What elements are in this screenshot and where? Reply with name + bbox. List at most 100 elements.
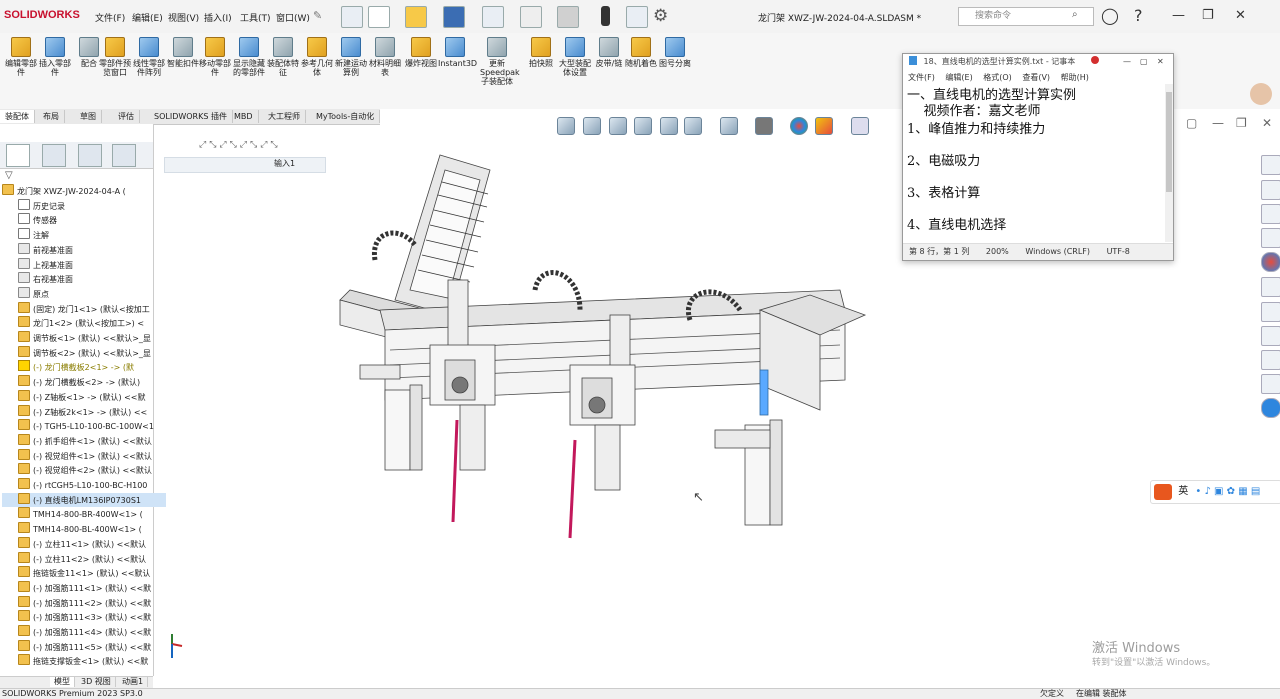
tree-item[interactable]: 调节板<2> (默认) <<默认>_显 [2, 345, 166, 360]
ribbon-button-15[interactable]: 更新Speedpak子装配体 [480, 37, 520, 86]
breadcrumb-label[interactable]: 输入1 [274, 158, 295, 170]
design-library-icon[interactable] [1261, 180, 1280, 200]
view-orientation-icon[interactable] [684, 117, 702, 135]
minimize-button[interactable]: — [1172, 8, 1185, 23]
user-account-icon[interactable]: ◯ [1101, 6, 1119, 25]
file-explorer-icon[interactable] [1261, 204, 1280, 224]
solidworks-logo[interactable]: SOLIDWORKS [4, 9, 80, 21]
notepad-menu-view[interactable]: 查看(V) [1022, 73, 1050, 82]
tree-item[interactable]: (-) Z轴板2k<1> -> (默认) << [2, 404, 166, 419]
tree-item[interactable]: 龙门1<2> (默认<按加工>) < [2, 316, 166, 330]
dynamic-annotation-icon[interactable] [660, 117, 678, 135]
tree-item[interactable]: (-) 龙门横截板2<1> -> (默 [2, 360, 166, 374]
gantry-model-view[interactable] [320, 150, 880, 550]
filter-icon[interactable]: ▽ [5, 170, 13, 181]
notepad-title-bar[interactable]: 18、直线电机的选型计算实例.txt - 记事本 — ▢ ✕ [903, 54, 1173, 70]
menu-edit[interactable]: 编辑(E) [132, 11, 163, 24]
tree-item[interactable]: TMH14-800-BL-400W<1> ( [2, 522, 166, 536]
tree-item[interactable]: (-) TGH5-L10-100-BC-100W<1 [2, 419, 166, 433]
ime-language-label[interactable]: 英 [1178, 486, 1188, 497]
tree-item[interactable]: 传感器 [2, 213, 166, 227]
tree-item[interactable]: 龙门架 XWZ-JW-2024-04-A ( [2, 184, 150, 198]
tree-item[interactable]: (-) 加强筋111<2> (默认) <<默 [2, 595, 166, 610]
tree-item[interactable]: (-) 加强筋111<3> (默认) <<默 [2, 610, 166, 624]
plugin-c-icon[interactable] [1261, 350, 1280, 370]
tab-mbd[interactable]: MBD [229, 110, 259, 123]
ribbon-button-2[interactable]: 插入零部件 [38, 37, 72, 77]
save-icon[interactable] [443, 6, 465, 28]
tab-mytools[interactable]: MyTools-自动化 [311, 110, 381, 123]
file-properties-icon[interactable] [626, 6, 648, 28]
ribbon-button-1[interactable]: 编辑零部件 [4, 37, 38, 77]
menu-insert[interactable]: 插入(I) [204, 11, 232, 24]
tree-item[interactable]: (-) 加强筋111<1> (默认) <<默 [2, 580, 166, 595]
menu-window[interactable]: 窗口(W) [276, 11, 310, 24]
zoom-to-area-icon[interactable] [583, 117, 601, 135]
ribbon-button-20[interactable]: 图号分离 [658, 37, 692, 68]
plugin-b-icon[interactable] [1261, 326, 1280, 346]
ribbon-button-6[interactable]: 智能扣件 [166, 37, 200, 68]
zoom-to-fit-icon[interactable] [557, 117, 575, 135]
open-icon[interactable] [405, 6, 427, 28]
ribbon-button-16[interactable]: 拍快照 [524, 37, 558, 68]
viewport-close-icon[interactable]: ✕ [1262, 116, 1272, 130]
apply-scene-icon[interactable] [815, 117, 833, 135]
tree-item[interactable]: 上视基准面 [2, 257, 166, 272]
notepad-window[interactable]: 18、直线电机的选型计算实例.txt - 记事本 — ▢ ✕ 文件(F) 编辑(… [902, 53, 1174, 261]
ribbon-button-4[interactable]: 零部件预览窗口 [98, 37, 132, 77]
tree-item[interactable]: (-) 立柱11<1> (默认) <<默认 [2, 536, 166, 551]
home-icon[interactable] [341, 6, 363, 28]
tab-sketch[interactable]: 草图 [75, 110, 102, 123]
notepad-menu-help[interactable]: 帮助(H) [1061, 73, 1089, 82]
selection-breadcrumb-icons[interactable]: ⤢⤡⤢⤡⤢⤡⤢⤡ [199, 140, 319, 152]
select-icon[interactable] [557, 6, 579, 28]
solidworks-resources-icon[interactable] [1261, 155, 1280, 175]
ribbon-button-5[interactable]: 线性零部件阵列 [132, 37, 166, 77]
ribbon-button-9[interactable]: 装配体特征 [266, 37, 300, 77]
ribbon-button-17[interactable]: 大型装配体设置 [558, 37, 592, 77]
undo-icon[interactable] [520, 6, 542, 28]
viewport-minimize-icon[interactable]: — [1212, 116, 1224, 130]
tree-item[interactable]: (-) 加强筋111<5> (默认) <<默 [2, 639, 166, 654]
close-button[interactable]: ✕ [1235, 8, 1246, 23]
tree-item[interactable]: (-) 龙门横截板<2> -> (默认) [2, 375, 166, 389]
viewport-restore-icon[interactable]: ▢ [1186, 116, 1197, 130]
tree-item[interactable]: (固定) 龙门1<1> (默认<按加工 [2, 301, 166, 316]
ime-tools-icon[interactable]: • ♪ ▣ ✿ ▦ ▤ [1195, 486, 1260, 497]
view-palette-icon[interactable] [1261, 228, 1280, 248]
ime-toolbar[interactable]: 英 • ♪ ▣ ✿ ▦ ▤ [1150, 480, 1280, 504]
tree-item[interactable]: (-) 立柱11<2> (默认) <<默认 [2, 551, 166, 566]
configuration-manager-tab-icon[interactable] [78, 144, 102, 167]
tree-item[interactable]: (-) 视觉组件<2> (默认) <<默认 [2, 463, 166, 477]
menu-tools[interactable]: 工具(T) [240, 11, 271, 24]
notepad-menu-format[interactable]: 格式(O) [983, 73, 1012, 82]
new-document-icon[interactable] [368, 6, 390, 28]
ribbon-button-12[interactable]: 材料明细表 [368, 37, 402, 77]
notepad-menu-file[interactable]: 文件(F) [908, 73, 935, 82]
tree-item[interactable]: 原点 [2, 286, 166, 301]
ribbon-button-13[interactable]: 爆炸视图 [404, 37, 438, 68]
rebuild-icon[interactable] [601, 6, 610, 26]
plugin-d-icon[interactable] [1261, 374, 1280, 394]
previous-view-icon[interactable] [609, 117, 627, 135]
notepad-scrollbar[interactable] [1165, 84, 1173, 242]
tab-assembly[interactable]: 装配体 [0, 110, 35, 123]
notepad-minimize-button[interactable]: — [1123, 54, 1131, 70]
tree-item[interactable]: 前视基准面 [2, 242, 166, 257]
tree-item[interactable]: 注解 [2, 228, 166, 242]
search-icon[interactable]: ⌕ [1072, 9, 1078, 20]
ribbon-button-10[interactable]: 参考几何体 [300, 37, 334, 77]
tab-evaluate[interactable]: 评估 [113, 110, 140, 123]
avatar[interactable] [1250, 83, 1272, 105]
section-view-icon[interactable] [634, 117, 652, 135]
tab-layout[interactable]: 布局 [38, 110, 65, 123]
custom-properties-icon[interactable] [1261, 277, 1280, 297]
ribbon-button-7[interactable]: 移动零部件 [198, 37, 232, 77]
ribbon-button-8[interactable]: 显示隐藏的零部件 [232, 37, 266, 77]
notepad-close-button[interactable]: ✕ [1157, 54, 1164, 70]
view-settings-icon[interactable] [851, 117, 869, 135]
ribbon-button-19[interactable]: 随机着色 [624, 37, 658, 68]
tree-item[interactable]: 右视基准面 [2, 272, 166, 286]
tree-item[interactable]: 拖链支撑钣金<1> (默认) <<默 [2, 654, 166, 668]
feature-manager-tab-icon[interactable] [6, 144, 30, 167]
